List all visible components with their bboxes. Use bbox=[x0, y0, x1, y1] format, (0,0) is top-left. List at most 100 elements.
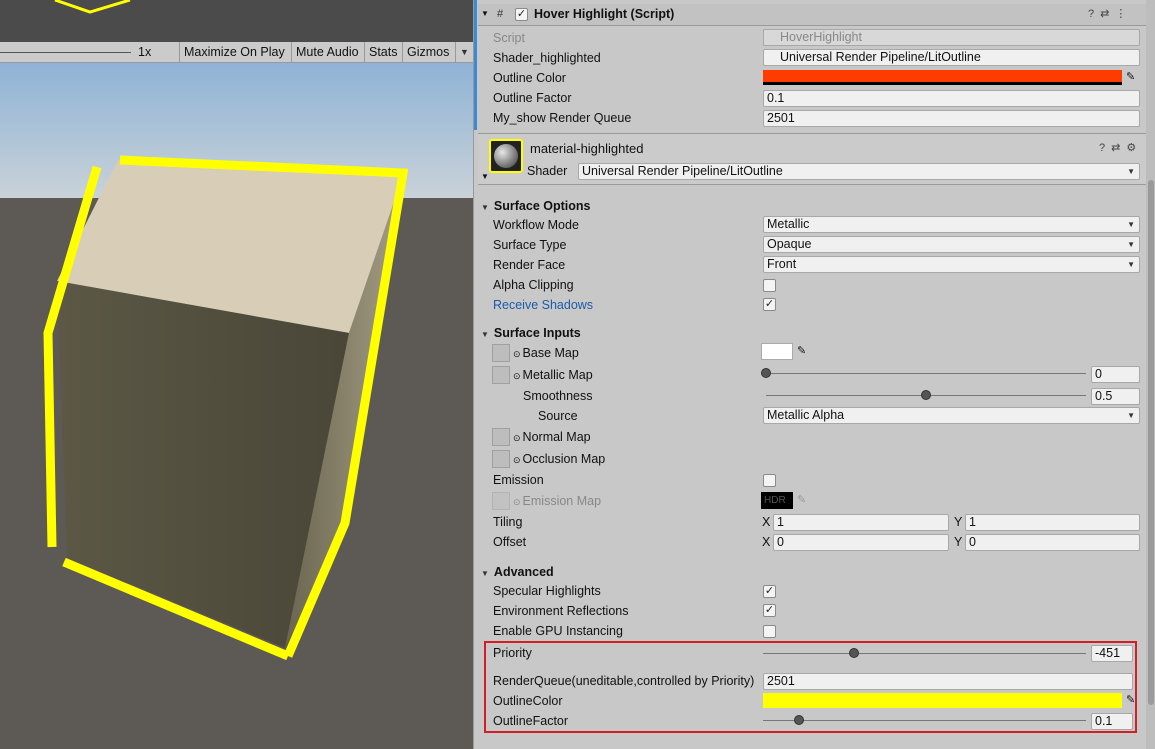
eyedropper-icon[interactable]: ✎ bbox=[1126, 70, 1135, 83]
material-preview-icon bbox=[489, 139, 523, 173]
game-view: 1x Maximize On Play Mute Audio Stats Giz… bbox=[0, 0, 473, 749]
outline-color-eyedropper-icon[interactable]: ✎ bbox=[1126, 693, 1135, 706]
surface-type-dropdown[interactable]: Opaque bbox=[763, 236, 1140, 253]
outline-factor-slider-knob[interactable] bbox=[794, 715, 804, 725]
tiling-y-label: Y bbox=[954, 515, 963, 529]
environment-reflections-checkbox[interactable]: ✓ bbox=[763, 604, 776, 617]
emission-map-text: Emission Map bbox=[522, 494, 602, 508]
outline-factor-advanced-label: OutlineFactor bbox=[493, 714, 569, 728]
render-face-dropdown[interactable]: Front bbox=[763, 256, 1140, 273]
occlusion-map-label: ⊙ Occlusion Map bbox=[513, 452, 606, 466]
base-map-color-swatch[interactable] bbox=[761, 343, 793, 360]
material-name: material-highlighted bbox=[530, 141, 644, 156]
surface-type-label: Surface Type bbox=[493, 238, 567, 252]
offset-x-field[interactable]: 0 bbox=[773, 534, 949, 551]
metallic-map-slot[interactable] bbox=[492, 366, 510, 384]
receive-shadows-checkbox[interactable]: ✓ bbox=[763, 298, 776, 311]
stats-button[interactable]: Stats bbox=[364, 42, 402, 63]
script-icon: # bbox=[497, 8, 504, 20]
outline-factor-field[interactable]: 0.1 bbox=[763, 90, 1140, 107]
component-header-icons[interactable]: ?⇄⋮ bbox=[1088, 7, 1132, 20]
metallic-slider-track[interactable] bbox=[766, 373, 1086, 374]
alpha-clipping-label: Alpha Clipping bbox=[493, 278, 574, 292]
base-map-slot[interactable] bbox=[492, 344, 510, 362]
priority-slider-track[interactable] bbox=[763, 653, 1086, 654]
outline-factor-label: Outline Factor bbox=[493, 91, 572, 105]
tiling-y-field[interactable]: 1 bbox=[965, 514, 1140, 531]
scale-label: 1x bbox=[138, 45, 152, 59]
emission-checkbox[interactable] bbox=[763, 474, 776, 487]
scene-render bbox=[0, 63, 473, 749]
render-queue-readonly-field: 2501 bbox=[763, 673, 1133, 690]
base-map-eyedropper-icon[interactable]: ✎ bbox=[797, 344, 806, 357]
maximize-on-play-button[interactable]: Maximize On Play bbox=[179, 42, 289, 63]
mute-audio-button[interactable]: Mute Audio bbox=[291, 42, 363, 63]
priority-label: Priority bbox=[493, 646, 532, 660]
foldout-arrow-icon[interactable]: ▼ bbox=[481, 9, 489, 18]
tiling-x-field[interactable]: 1 bbox=[773, 514, 949, 531]
metallic-slider-knob[interactable] bbox=[761, 368, 771, 378]
occlusion-map-text: Occlusion Map bbox=[522, 452, 606, 466]
render-queue-field[interactable]: 2501 bbox=[763, 110, 1140, 127]
material-header-icons[interactable]: ?⇄⚙ bbox=[1099, 141, 1142, 154]
material-shader-dropdown[interactable]: Universal Render Pipeline/LitOutline bbox=[578, 163, 1140, 180]
normal-map-slot[interactable] bbox=[492, 428, 510, 446]
occlusion-map-slot[interactable] bbox=[492, 450, 510, 468]
game-toolbar: 1x Maximize On Play Mute Audio Stats Giz… bbox=[0, 42, 473, 63]
outline-color-label: Outline Color bbox=[493, 71, 566, 85]
environment-reflections-label: Environment Reflections bbox=[493, 604, 629, 618]
gpu-instancing-label: Enable GPU Instancing bbox=[493, 624, 623, 638]
source-dropdown[interactable]: Metallic Alpha bbox=[763, 407, 1140, 424]
component-enabled-checkbox[interactable]: ✓ bbox=[515, 8, 528, 21]
gizmos-dropdown-icon[interactable]: ▼ bbox=[455, 42, 473, 63]
render-face-label: Render Face bbox=[493, 258, 566, 272]
base-map-label: ⊙ Base Map bbox=[513, 346, 579, 360]
scrollbar-thumb[interactable] bbox=[1148, 180, 1154, 705]
tiling-x-label: X bbox=[762, 515, 771, 529]
shader-highlighted-label: Shader_highlighted bbox=[493, 51, 601, 65]
emission-label: Emission bbox=[493, 473, 544, 487]
surface-options-header[interactable]: Surface Options bbox=[481, 197, 591, 215]
offset-y-label: Y bbox=[954, 535, 963, 549]
metallic-value-field[interactable]: 0 bbox=[1091, 366, 1140, 383]
surface-inputs-header[interactable]: Surface Inputs bbox=[481, 324, 581, 342]
workflow-mode-dropdown[interactable]: Metallic bbox=[763, 216, 1140, 233]
source-label: Source bbox=[538, 409, 578, 423]
material-shader-label: Shader bbox=[527, 164, 568, 178]
metallic-map-text: Metallic Map bbox=[522, 368, 593, 382]
script-field[interactable]: HoverHighlight bbox=[763, 29, 1140, 46]
outline-color-advanced-swatch[interactable] bbox=[763, 693, 1122, 708]
offset-label: Offset bbox=[493, 535, 527, 549]
component-title: Hover Highlight (Script) bbox=[534, 7, 675, 21]
render-queue-label: My_show Render Queue bbox=[493, 111, 632, 125]
scale-slider[interactable] bbox=[0, 52, 131, 53]
smoothness-value-field[interactable]: 0.5 bbox=[1091, 388, 1140, 405]
outline-factor-value-field[interactable]: 0.1 bbox=[1091, 713, 1133, 730]
shader-highlighted-field[interactable]: Universal Render Pipeline/LitOutline bbox=[763, 49, 1140, 66]
priority-value-field[interactable]: -451 bbox=[1091, 645, 1133, 662]
render-queue-readonly-label: RenderQueue(uneditable,controlled by Pri… bbox=[493, 674, 755, 688]
priority-slider-knob[interactable] bbox=[849, 648, 859, 658]
workflow-mode-label: Workflow Mode bbox=[493, 218, 579, 232]
outline-factor-slider-track[interactable] bbox=[763, 720, 1086, 721]
tiling-label: Tiling bbox=[493, 515, 523, 529]
offset-x-label: X bbox=[762, 535, 771, 549]
material-foldout-icon[interactable]: ▼ bbox=[481, 172, 489, 181]
specular-highlights-label: Specular Highlights bbox=[493, 584, 601, 598]
advanced-header[interactable]: Advanced bbox=[481, 563, 554, 581]
outline-color-swatch[interactable] bbox=[763, 70, 1122, 85]
emission-map-label: ⊙ Emission Map bbox=[513, 494, 602, 508]
selection-marker bbox=[474, 0, 477, 130]
hdr-color-swatch: HDR bbox=[761, 492, 793, 509]
emission-eyedropper-icon: ✎ bbox=[797, 494, 807, 506]
metallic-map-label: ⊙ Metallic Map bbox=[513, 368, 593, 382]
normal-map-text: Normal Map bbox=[522, 430, 591, 444]
specular-highlights-checkbox[interactable]: ✓ bbox=[763, 585, 776, 598]
emission-map-slot bbox=[492, 492, 510, 510]
offset-y-field[interactable]: 0 bbox=[965, 534, 1140, 551]
scene-strip-gizmo bbox=[54, 0, 131, 14]
gpu-instancing-checkbox[interactable] bbox=[763, 625, 776, 638]
gizmos-button[interactable]: Gizmos bbox=[402, 42, 453, 63]
alpha-clipping-checkbox[interactable] bbox=[763, 279, 776, 292]
smoothness-slider-knob[interactable] bbox=[921, 390, 931, 400]
